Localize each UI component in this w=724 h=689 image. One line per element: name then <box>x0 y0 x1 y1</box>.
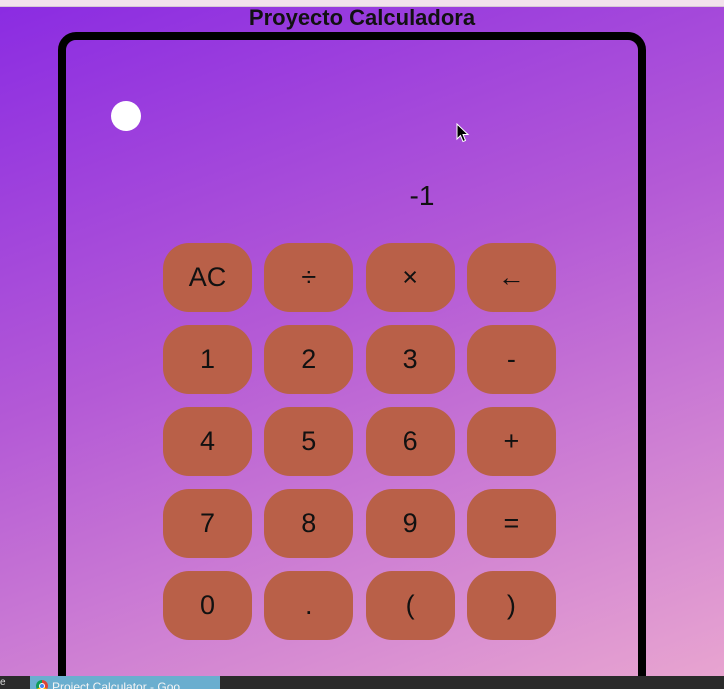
white-circle-icon <box>111 101 141 131</box>
key-backspace-button[interactable]: ← <box>466 243 556 312</box>
key-5-button[interactable]: 5 <box>264 407 354 476</box>
calculator-keypad: AC ÷ × ← 1 2 3 - 4 5 6 + 7 8 9 = 0 . ( ) <box>163 243 557 640</box>
key-close-paren-button[interactable]: ) <box>466 571 556 640</box>
key-equals-button[interactable]: = <box>466 489 556 558</box>
key-open-paren-button[interactable]: ( <box>365 571 455 640</box>
key-6-button[interactable]: 6 <box>365 407 455 476</box>
key-2-button[interactable]: 2 <box>264 325 354 394</box>
taskbar-window-button[interactable]: Project Calculator - Goo <box>30 676 220 689</box>
key-7-button[interactable]: 7 <box>163 489 252 558</box>
key-3-button[interactable]: 3 <box>365 325 455 394</box>
key-decimal-button[interactable]: . <box>264 571 354 640</box>
key-subtract-button[interactable]: - <box>466 325 556 394</box>
key-8-button[interactable]: 8 <box>264 489 354 558</box>
chrome-icon <box>36 680 48 689</box>
taskbar-edge-text: e <box>0 677 6 688</box>
key-1-button[interactable]: 1 <box>163 325 252 394</box>
key-4-button[interactable]: 4 <box>163 407 252 476</box>
key-0-button[interactable]: 0 <box>163 571 252 640</box>
key-multiply-button[interactable]: × <box>365 243 455 312</box>
calculator-display: -1 <box>409 180 435 211</box>
key-add-button[interactable]: + <box>466 407 556 476</box>
key-clear-button[interactable]: AC <box>163 243 252 312</box>
taskbar-window-label: Project Calculator - Goo <box>52 680 181 689</box>
mouse-pointer-icon <box>456 123 470 143</box>
taskbar: e Project Calculator - Goo <box>0 676 724 689</box>
key-9-button[interactable]: 9 <box>365 489 455 558</box>
key-divide-button[interactable]: ÷ <box>264 243 354 312</box>
page-title: Proyecto Calculadora <box>248 5 476 30</box>
